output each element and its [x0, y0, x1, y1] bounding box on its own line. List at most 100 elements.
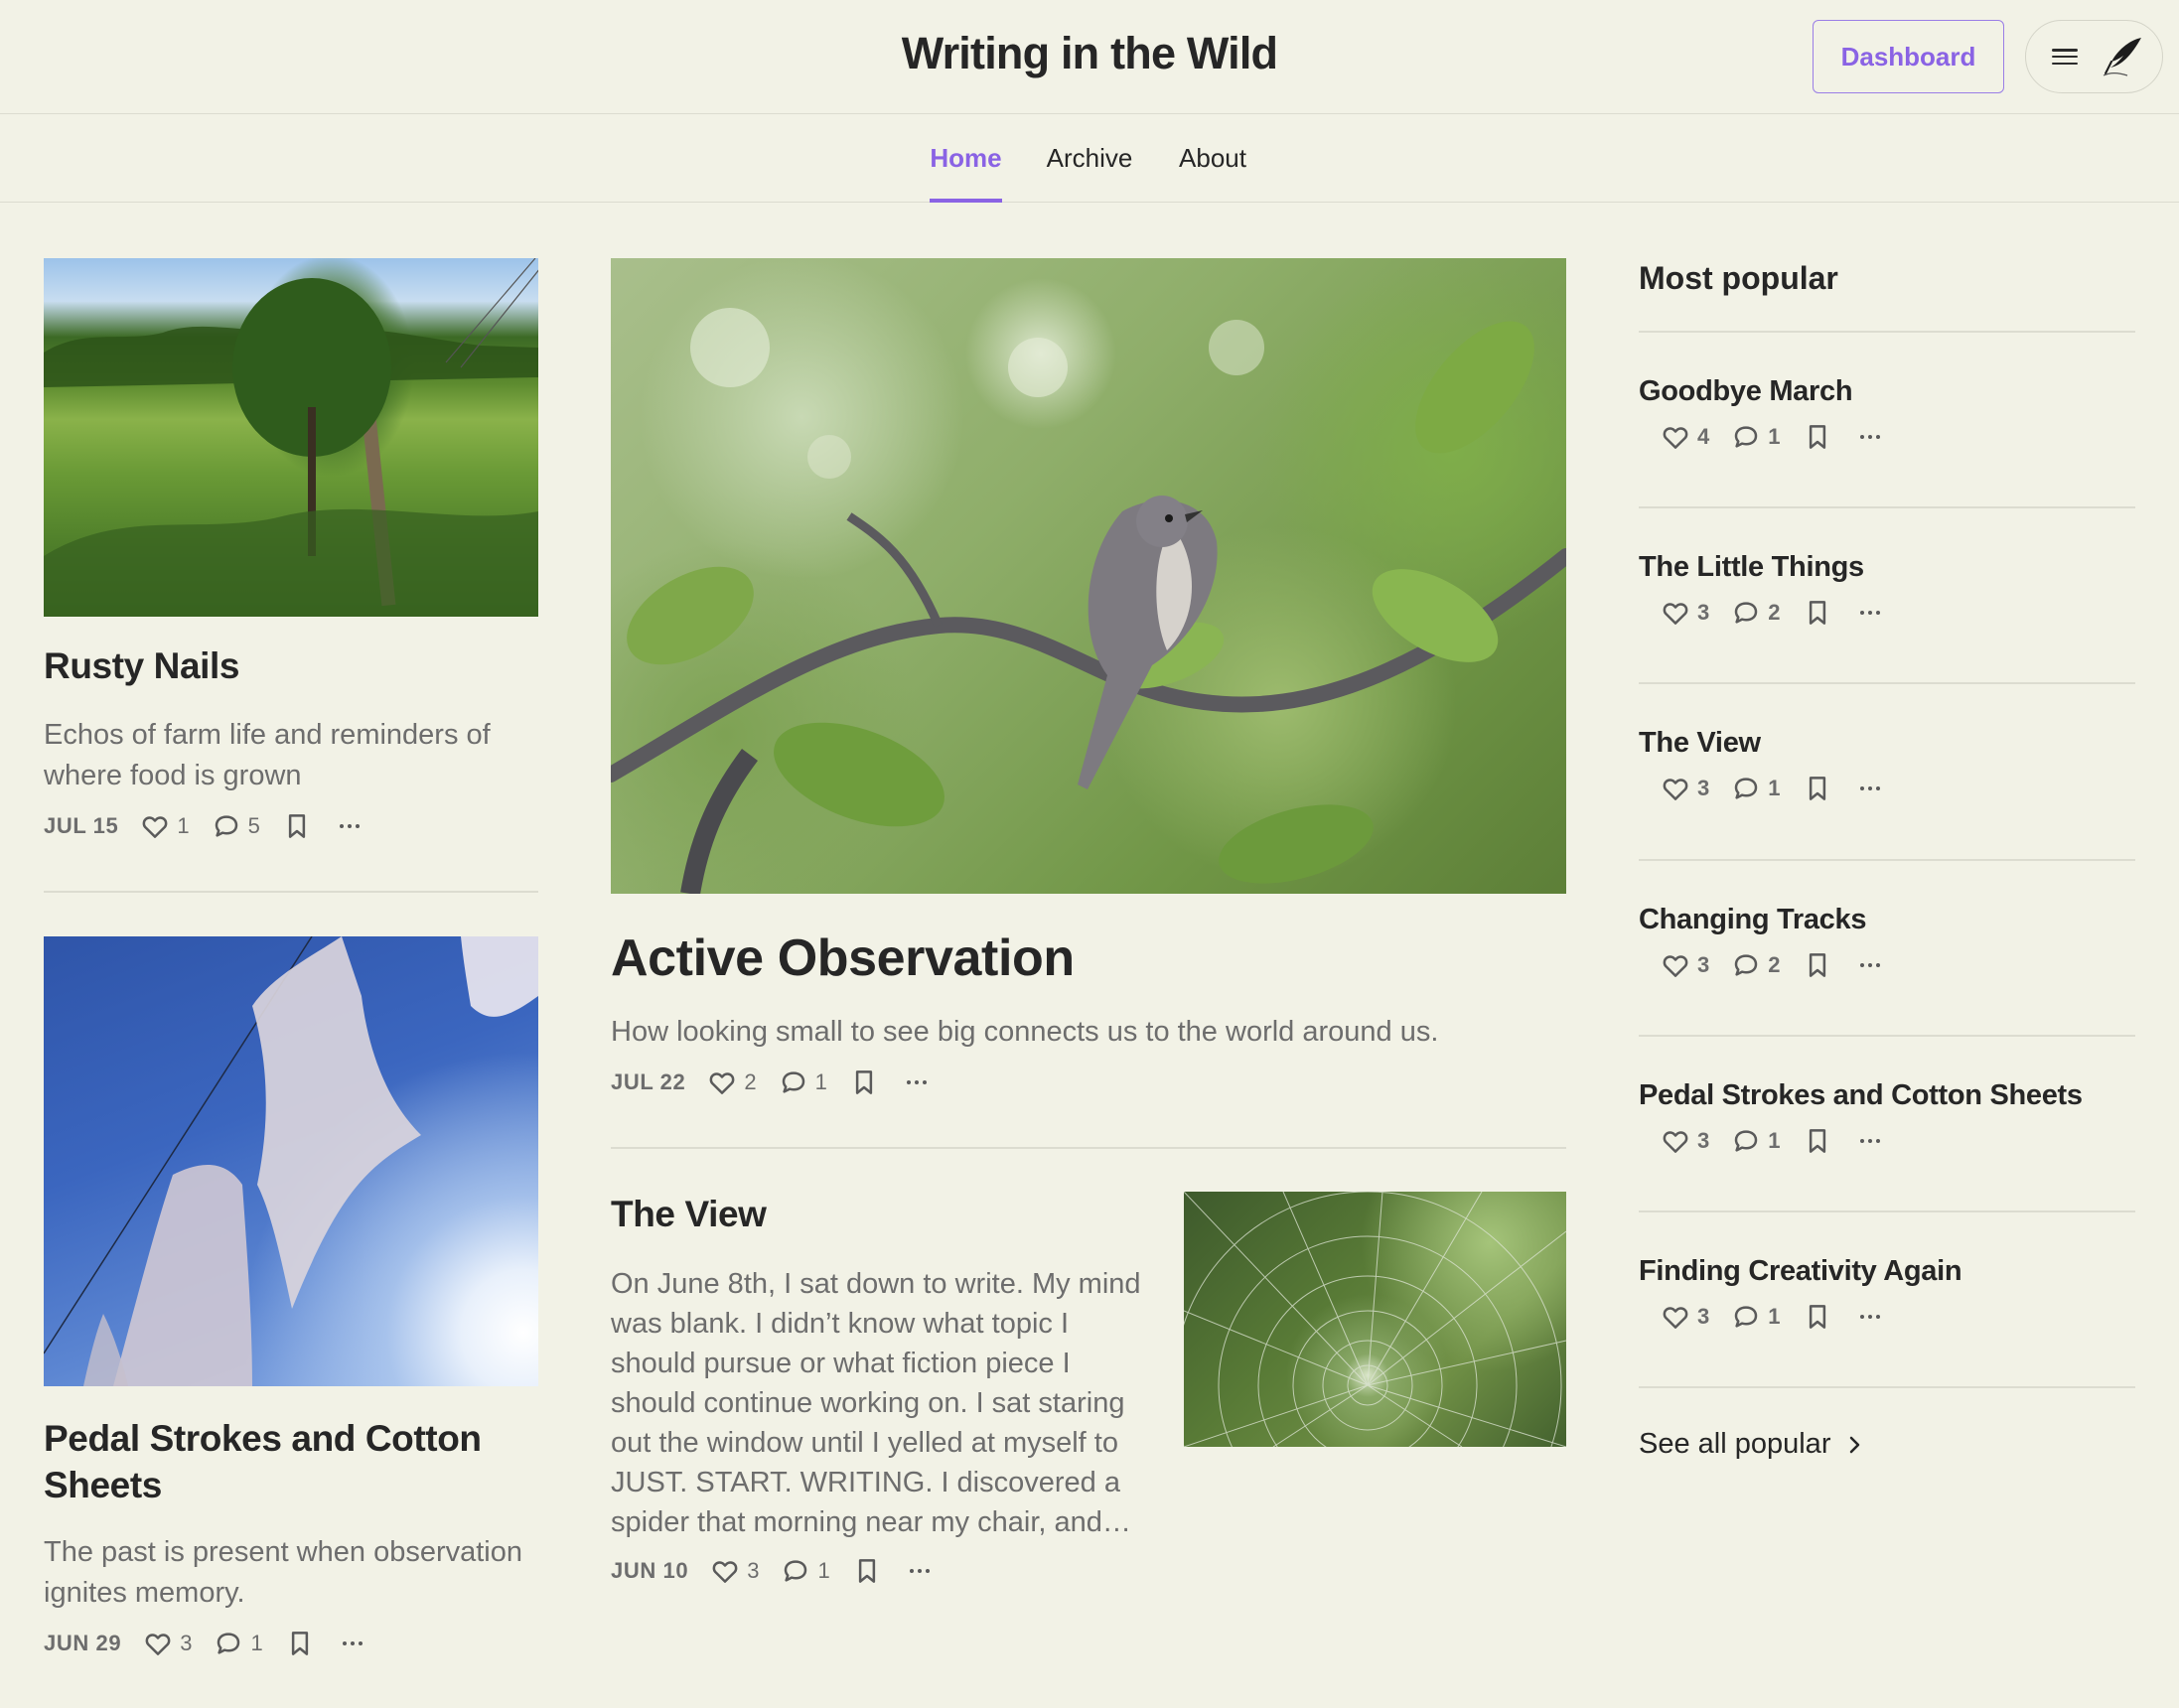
- divider: [1639, 682, 2135, 684]
- post-title[interactable]: Pedal Strokes and Cotton Sheets: [44, 1415, 550, 1508]
- bookmark-button[interactable]: [285, 1629, 315, 1658]
- heart-icon: [710, 1556, 740, 1586]
- comment-icon: [1731, 1302, 1761, 1332]
- comment-button[interactable]: 1: [1731, 774, 1781, 803]
- hamburger-icon: [2052, 46, 2078, 68]
- popular-item-title[interactable]: Finding Creativity Again: [1639, 1255, 2135, 1288]
- comment-count: 1: [817, 1558, 830, 1583]
- post-excerpt: On June 8th, I sat down to write. My min…: [611, 1268, 1141, 1538]
- bookmark-button[interactable]: [1803, 950, 1832, 980]
- post-image-rusty-nails[interactable]: [44, 258, 538, 617]
- like-button[interactable]: 3: [710, 1556, 759, 1586]
- bookmark-icon: [282, 811, 312, 841]
- popular-item[interactable]: Goodbye March 4 1: [1639, 375, 2135, 452]
- popular-item[interactable]: Finding Creativity Again 3 1: [1639, 1255, 2135, 1332]
- like-button[interactable]: 3: [1661, 1126, 1709, 1156]
- bookmark-icon: [1803, 422, 1832, 452]
- comment-button[interactable]: 1: [781, 1556, 830, 1586]
- tab-archive[interactable]: Archive: [1045, 114, 1134, 203]
- divider: [44, 891, 538, 893]
- dashboard-button[interactable]: Dashboard: [1813, 20, 2004, 93]
- comment-button[interactable]: 2: [1731, 598, 1781, 628]
- more-options-icon[interactable]: [339, 824, 360, 828]
- bookmark-icon: [852, 1556, 882, 1586]
- post-meta: JUL 22 2 1: [611, 1066, 927, 1099]
- tab-home[interactable]: Home: [930, 114, 1002, 203]
- popular-item-title[interactable]: The View: [1639, 727, 2135, 760]
- bookmark-button[interactable]: [849, 1068, 879, 1097]
- comment-button[interactable]: 5: [212, 811, 260, 841]
- like-count: 3: [1697, 1128, 1710, 1153]
- user-menu-button[interactable]: [2025, 20, 2163, 93]
- comment-button[interactable]: 1: [1731, 1126, 1781, 1156]
- popular-item[interactable]: Changing Tracks 3 2: [1639, 904, 2135, 980]
- like-button[interactable]: 3: [143, 1629, 192, 1658]
- comment-button[interactable]: 2: [1731, 950, 1781, 980]
- bookmark-button[interactable]: [1803, 774, 1832, 803]
- divider: [1639, 1035, 2135, 1037]
- bookmark-icon: [1803, 774, 1832, 803]
- more-options-icon[interactable]: [909, 1569, 930, 1573]
- post-title[interactable]: Rusty Nails: [44, 645, 240, 687]
- like-button[interactable]: 3: [1661, 774, 1709, 803]
- heart-icon: [1661, 598, 1690, 628]
- more-options-icon[interactable]: [1859, 1139, 1880, 1143]
- popular-item-meta: 3 1: [1661, 1302, 2135, 1332]
- post-date: JUL 22: [611, 1069, 686, 1094]
- heart-icon: [707, 1068, 737, 1097]
- more-options-icon[interactable]: [342, 1641, 363, 1645]
- post-image-pedal-strokes[interactable]: [44, 936, 538, 1386]
- more-options-icon[interactable]: [906, 1080, 927, 1084]
- bookmark-button[interactable]: [282, 811, 312, 841]
- divider: [1639, 506, 2135, 508]
- post-image-the-view[interactable]: [1184, 1192, 1566, 1447]
- featured-post-title[interactable]: Active Observation: [611, 928, 1075, 988]
- more-options-icon[interactable]: [1859, 1315, 1880, 1319]
- more-options-icon[interactable]: [1859, 963, 1880, 967]
- bookmark-button[interactable]: [1803, 1302, 1832, 1332]
- like-button[interactable]: 4: [1661, 422, 1709, 452]
- post-meta: JUL 15 1 5: [44, 809, 360, 843]
- like-button[interactable]: 3: [1661, 598, 1709, 628]
- more-options-icon[interactable]: [1859, 786, 1880, 790]
- comment-button[interactable]: 1: [1731, 422, 1781, 452]
- divider: [1639, 331, 2135, 333]
- popular-item-title[interactable]: Goodbye March: [1639, 375, 2135, 408]
- comment-icon: [1731, 950, 1761, 980]
- bookmark-icon: [849, 1068, 879, 1097]
- more-options-icon[interactable]: [1859, 611, 1880, 615]
- see-all-popular-link[interactable]: See all popular: [1639, 1428, 1864, 1461]
- post-date: JUN 29: [44, 1631, 122, 1655]
- comment-button[interactable]: 1: [1731, 1302, 1781, 1332]
- comment-count: 2: [1768, 600, 1781, 625]
- comment-button[interactable]: 1: [214, 1629, 263, 1658]
- popular-item-title[interactable]: The Little Things: [1639, 551, 2135, 584]
- bookmark-icon: [285, 1629, 315, 1658]
- like-count: 1: [177, 813, 190, 838]
- featured-post-image[interactable]: [611, 258, 1566, 894]
- bookmark-icon: [1803, 598, 1832, 628]
- popular-item[interactable]: Pedal Strokes and Cotton Sheets 3 1: [1639, 1079, 2135, 1156]
- bookmark-button[interactable]: [1803, 422, 1832, 452]
- section-nav: Home Archive About: [0, 114, 2179, 203]
- like-button[interactable]: 3: [1661, 1302, 1709, 1332]
- like-button[interactable]: 1: [140, 811, 190, 841]
- bookmark-button[interactable]: [1803, 598, 1832, 628]
- post-title[interactable]: The View: [611, 1194, 767, 1235]
- bookmark-button[interactable]: [852, 1556, 882, 1586]
- popular-item-meta: 3 1: [1661, 774, 2135, 803]
- divider: [1639, 859, 2135, 861]
- like-button[interactable]: 2: [707, 1068, 757, 1097]
- post-date: JUL 15: [44, 813, 119, 838]
- more-options-icon[interactable]: [1859, 435, 1880, 439]
- like-count: 3: [747, 1558, 760, 1583]
- bookmark-button[interactable]: [1803, 1126, 1832, 1156]
- comment-button[interactable]: 1: [779, 1068, 827, 1097]
- like-count: 3: [180, 1631, 193, 1655]
- popular-item[interactable]: The Little Things 3 2: [1639, 551, 2135, 628]
- popular-item[interactable]: The View 3 1: [1639, 727, 2135, 803]
- popular-item-title[interactable]: Changing Tracks: [1639, 904, 2135, 936]
- tab-about[interactable]: About: [1175, 114, 1250, 203]
- like-button[interactable]: 3: [1661, 950, 1709, 980]
- popular-item-title[interactable]: Pedal Strokes and Cotton Sheets: [1639, 1079, 2135, 1112]
